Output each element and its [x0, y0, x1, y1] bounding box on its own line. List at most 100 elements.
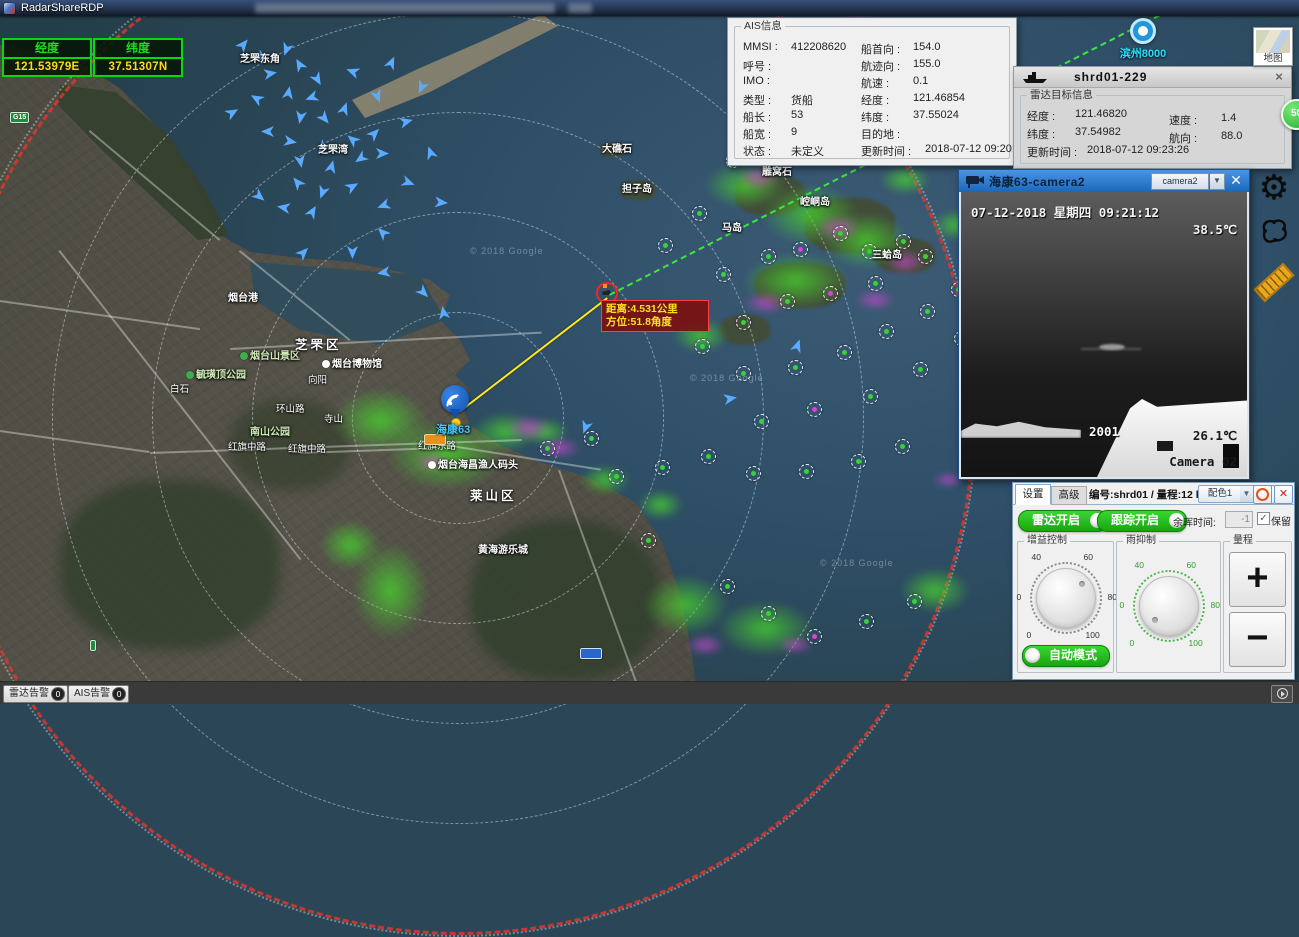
radar-echo-target[interactable]	[895, 439, 910, 454]
ais-ship-arrow[interactable]	[325, 159, 339, 174]
ais-ship-arrow[interactable]	[314, 139, 331, 156]
chevron-down-icon[interactable]: ▼	[1240, 485, 1254, 503]
radar-echo-target[interactable]	[807, 402, 822, 417]
camera-panel-header[interactable]: 海康63-camera2 camera2 ▼ ✕	[959, 170, 1249, 192]
radar-echo-target[interactable]	[859, 614, 874, 629]
draw-zone-icon[interactable]	[1257, 216, 1291, 248]
ais-ship-arrow[interactable]	[384, 54, 399, 70]
afterglow-input[interactable]: -1	[1225, 511, 1253, 528]
radar-echo-target[interactable]	[761, 606, 776, 621]
ais-ship-arrow[interactable]	[279, 42, 294, 58]
radar-echo-target[interactable]	[780, 294, 795, 309]
radar-echo-target[interactable]	[641, 533, 656, 548]
ais-ship-arrow[interactable]	[366, 125, 383, 142]
ais-ship-arrow[interactable]	[282, 85, 295, 100]
radar-echo-target[interactable]	[833, 226, 848, 241]
radar-echo-target[interactable]	[720, 579, 735, 594]
ais-ship-arrow[interactable]	[344, 131, 361, 148]
ais-ship-arrow[interactable]	[289, 174, 306, 191]
ais-ship-arrow[interactable]	[261, 126, 274, 137]
ais-ship-arrow[interactable]	[315, 185, 330, 201]
ais-ship-arrow[interactable]	[291, 56, 307, 73]
radar-echo-target[interactable]	[913, 362, 928, 377]
radar-echo-target[interactable]	[793, 242, 808, 257]
ais-ship-arrow[interactable]	[435, 196, 449, 208]
vessel-marker[interactable]: 滨州8000	[1113, 18, 1173, 61]
thermal-video-feed[interactable]: 07-12-2018 星期四 09:21:12 38.5℃ 2001 26.1℃…	[959, 192, 1249, 479]
radar-alarm-button[interactable]: 雷达告警 0	[3, 685, 68, 703]
ais-ship-arrow[interactable]	[276, 201, 291, 214]
knob-dial[interactable]	[1036, 568, 1096, 628]
knob-dial[interactable]	[1139, 576, 1199, 636]
chevron-down-icon[interactable]: ▼	[1210, 173, 1225, 190]
ais-ship-arrow[interactable]	[347, 246, 358, 259]
ais-ship-arrow[interactable]	[376, 198, 392, 213]
radar-echo-target[interactable]	[761, 249, 776, 264]
expand-button[interactable]	[1271, 685, 1293, 703]
record-button[interactable]	[1253, 485, 1272, 504]
ais-ship-arrow[interactable]	[304, 203, 320, 220]
ais-ship-arrow[interactable]	[423, 145, 438, 161]
title-bar[interactable]: RadarShareRDP	[0, 0, 1299, 16]
ais-ship-arrow[interactable]	[399, 115, 414, 129]
auto-mode-toggle[interactable]: 自动模式	[1022, 645, 1110, 667]
ais-ship-arrow[interactable]	[254, 49, 271, 65]
ais-ship-arrow[interactable]	[235, 36, 252, 53]
ais-alarm-button[interactable]: AIS告警 0	[68, 685, 129, 703]
tab-settings[interactable]: 设置	[1015, 484, 1051, 505]
radar-on-toggle[interactable]: 雷达开启	[1018, 510, 1108, 532]
ais-ship-arrow[interactable]	[304, 90, 320, 105]
map-layer-button[interactable]: 地图	[1253, 27, 1293, 66]
radar-echo-target[interactable]	[862, 244, 877, 259]
radar-echo-target[interactable]	[658, 238, 673, 253]
ais-ship-arrow[interactable]	[248, 90, 265, 106]
radar-echo-target[interactable]	[807, 629, 822, 644]
radar-echo-target[interactable]	[879, 324, 894, 339]
radar-echo-target[interactable]	[837, 345, 852, 360]
radar-echo-target[interactable]	[701, 449, 716, 464]
ais-ship-arrow[interactable]	[374, 224, 391, 241]
radar-echo-target[interactable]	[655, 460, 670, 475]
radar-echo-target[interactable]	[799, 464, 814, 479]
close-icon[interactable]: ✕	[1228, 172, 1244, 189]
radar-echo-target[interactable]	[736, 366, 751, 381]
radar-echo-target[interactable]	[540, 441, 555, 456]
ais-ship-arrow[interactable]	[294, 110, 307, 125]
ais-ship-arrow[interactable]	[723, 392, 738, 405]
target-panel-header[interactable]: shrd01-229 ×	[1014, 67, 1291, 88]
radar-site-marker[interactable]	[441, 385, 471, 425]
close-icon[interactable]: ×	[1271, 69, 1287, 85]
ais-ship-arrow[interactable]	[309, 71, 325, 88]
radar-echo-target[interactable]	[584, 431, 599, 446]
radar-echo-target[interactable]	[863, 389, 878, 404]
ais-ship-arrow[interactable]	[251, 188, 268, 205]
gain-knob[interactable]: 0 40 60 80 0 100	[1024, 556, 1108, 640]
radar-echo-target[interactable]	[692, 206, 707, 221]
radar-echo-target[interactable]	[823, 286, 838, 301]
rain-knob[interactable]: 0 40 60 80 0 100	[1127, 564, 1211, 648]
radar-echo-target[interactable]	[716, 267, 731, 282]
ais-ship-arrow[interactable]	[401, 175, 417, 190]
radar-echo-target[interactable]	[896, 234, 911, 249]
camera-select-dropdown[interactable]: camera2	[1151, 173, 1209, 190]
range-minus-button[interactable]: −	[1229, 612, 1286, 667]
radar-echo-target[interactable]	[746, 466, 761, 481]
radar-echo-target[interactable]	[868, 276, 883, 291]
radar-echo-target[interactable]	[907, 594, 922, 609]
range-plus-button[interactable]: +	[1229, 552, 1286, 607]
radar-echo-target[interactable]	[736, 315, 751, 330]
ais-ship-arrow[interactable]	[294, 154, 307, 169]
gear-icon[interactable]: ⚙	[1252, 168, 1296, 208]
ais-ship-arrow[interactable]	[337, 101, 352, 117]
ais-ship-arrow[interactable]	[345, 64, 361, 79]
radar-echo-target[interactable]	[609, 469, 624, 484]
radar-echo-target[interactable]	[695, 339, 710, 354]
radar-echo-target[interactable]	[851, 454, 866, 469]
ais-ship-arrow[interactable]	[316, 110, 333, 127]
ais-ship-arrow[interactable]	[263, 67, 278, 80]
keep-checkbox[interactable]: ✓	[1257, 512, 1270, 525]
ais-ship-arrow[interactable]	[224, 104, 241, 120]
ais-ship-arrow[interactable]	[283, 135, 298, 148]
close-panel-button[interactable]: ✕	[1274, 485, 1293, 504]
ais-ship-arrow[interactable]	[352, 150, 369, 166]
